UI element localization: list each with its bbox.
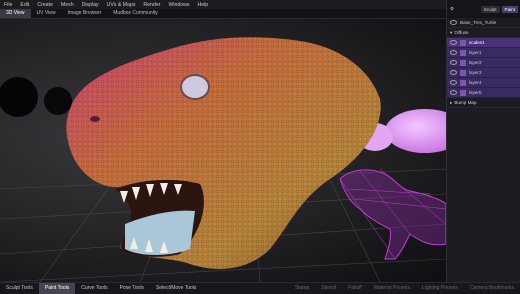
layer-thumbnail <box>460 89 466 96</box>
trex-head-model <box>66 37 381 269</box>
layer-thumbnail <box>460 39 466 46</box>
eye-icon[interactable] <box>450 50 457 55</box>
tab-3d-view[interactable]: 3D View <box>0 9 31 18</box>
layer-row[interactable]: Base_Trex_Turtle <box>447 18 520 28</box>
layer-label: layer5 <box>469 90 482 95</box>
layer-row[interactable]: ▾ Diffuse <box>447 28 520 38</box>
layer-label: layer2 <box>469 60 482 65</box>
tab-camera-bookmarks[interactable]: Camera Bookmarks <box>464 283 520 294</box>
expand-icon[interactable]: ▸ <box>450 100 452 106</box>
tab-material-presets[interactable]: Material Presets <box>368 283 416 294</box>
layer-row[interactable]: layer3 <box>447 68 520 78</box>
expand-icon[interactable]: ▾ <box>450 30 452 36</box>
layer-row[interactable]: layer5 <box>447 88 520 98</box>
layer-row[interactable]: ▸ Bump Map <box>447 98 520 108</box>
wireframe-trex-model <box>339 168 446 260</box>
eye-icon[interactable] <box>450 70 457 75</box>
menu-display[interactable]: Display <box>78 2 103 8</box>
menu-render[interactable]: Render <box>139 2 164 8</box>
tab-uv-view[interactable]: UV View <box>31 9 62 18</box>
layer-label: layer3 <box>469 70 482 75</box>
eye-icon[interactable] <box>450 60 457 65</box>
3d-viewport[interactable] <box>0 19 446 282</box>
tab-lighting-presets[interactable]: Lighting Presets <box>416 283 464 294</box>
eye-icon[interactable] <box>450 40 457 45</box>
menu-bar: File Edit Create Mesh Display UVs & Maps… <box>0 0 446 9</box>
menu-create[interactable]: Create <box>33 2 57 8</box>
layer-label: scales1 <box>469 40 485 45</box>
menu-mesh[interactable]: Mesh <box>57 2 78 8</box>
tab-falloff[interactable]: Falloff <box>342 283 368 294</box>
layer-row[interactable]: layer1 <box>447 48 520 58</box>
tab-pose-tools[interactable]: Pose Tools <box>114 283 150 294</box>
menu-uvs-maps[interactable]: UVs & Maps <box>103 2 140 8</box>
menu-windows[interactable]: Windows <box>164 2 193 8</box>
layer-thumbnail <box>460 49 466 56</box>
trex-eye <box>180 74 210 100</box>
layer-row[interactable]: layer2 <box>447 58 520 68</box>
eye-icon[interactable] <box>450 20 457 25</box>
background-blob <box>385 109 446 153</box>
tab-curve-tools[interactable]: Curve Tools <box>75 283 113 294</box>
layer-thumbnail <box>460 79 466 86</box>
layers-panel: ⚙ Sculpt Paint Base_Trex_Turtle ▾ Diffuse… <box>446 0 520 282</box>
tab-image-browser[interactable]: Image Browser <box>62 9 108 18</box>
layer-label: layer4 <box>469 80 482 85</box>
tab-paint[interactable]: Paint <box>501 5 518 13</box>
eye-icon[interactable] <box>450 80 457 85</box>
tab-select-move-tools[interactable]: Select/Move Tools <box>150 283 202 294</box>
menu-help[interactable]: Help <box>193 2 212 8</box>
menu-edit[interactable]: Edit <box>16 2 33 8</box>
tab-stencil[interactable]: Stencil <box>315 283 342 294</box>
tab-mudbox-community[interactable]: Mudbox Community <box>107 9 163 18</box>
tab-paint-tools[interactable]: Paint Tools <box>38 283 76 294</box>
tool-tray: Sculpt Tools Paint Tools Curve Tools Pos… <box>0 282 520 294</box>
panel-icon: ⚙ <box>450 6 455 11</box>
menu-file[interactable]: File <box>0 2 16 8</box>
tab-stamp[interactable]: Stamp <box>289 283 315 294</box>
layer-row[interactable]: layer4 <box>447 78 520 88</box>
layer-label: Bump Map <box>454 100 477 105</box>
layer-label: Base_Trex_Turtle <box>460 20 497 25</box>
view-tab-bar: 3D View UV View Image Browser Mudbox Com… <box>0 9 446 19</box>
layer-row-selected[interactable]: scales1 <box>447 38 520 48</box>
eye-icon[interactable] <box>450 90 457 95</box>
viewport-scene <box>0 37 446 282</box>
dark-shape <box>0 77 38 117</box>
layer-thumbnail <box>460 59 466 66</box>
dark-shape <box>44 87 72 115</box>
layer-label: Diffuse <box>454 30 469 35</box>
layer-label: layer1 <box>469 50 482 55</box>
layer-thumbnail <box>460 69 466 76</box>
panel-header: ⚙ Sculpt Paint <box>447 0 520 18</box>
tab-sculpt-tools[interactable]: Sculpt Tools <box>0 283 39 294</box>
tab-sculpt[interactable]: Sculpt <box>480 5 500 13</box>
